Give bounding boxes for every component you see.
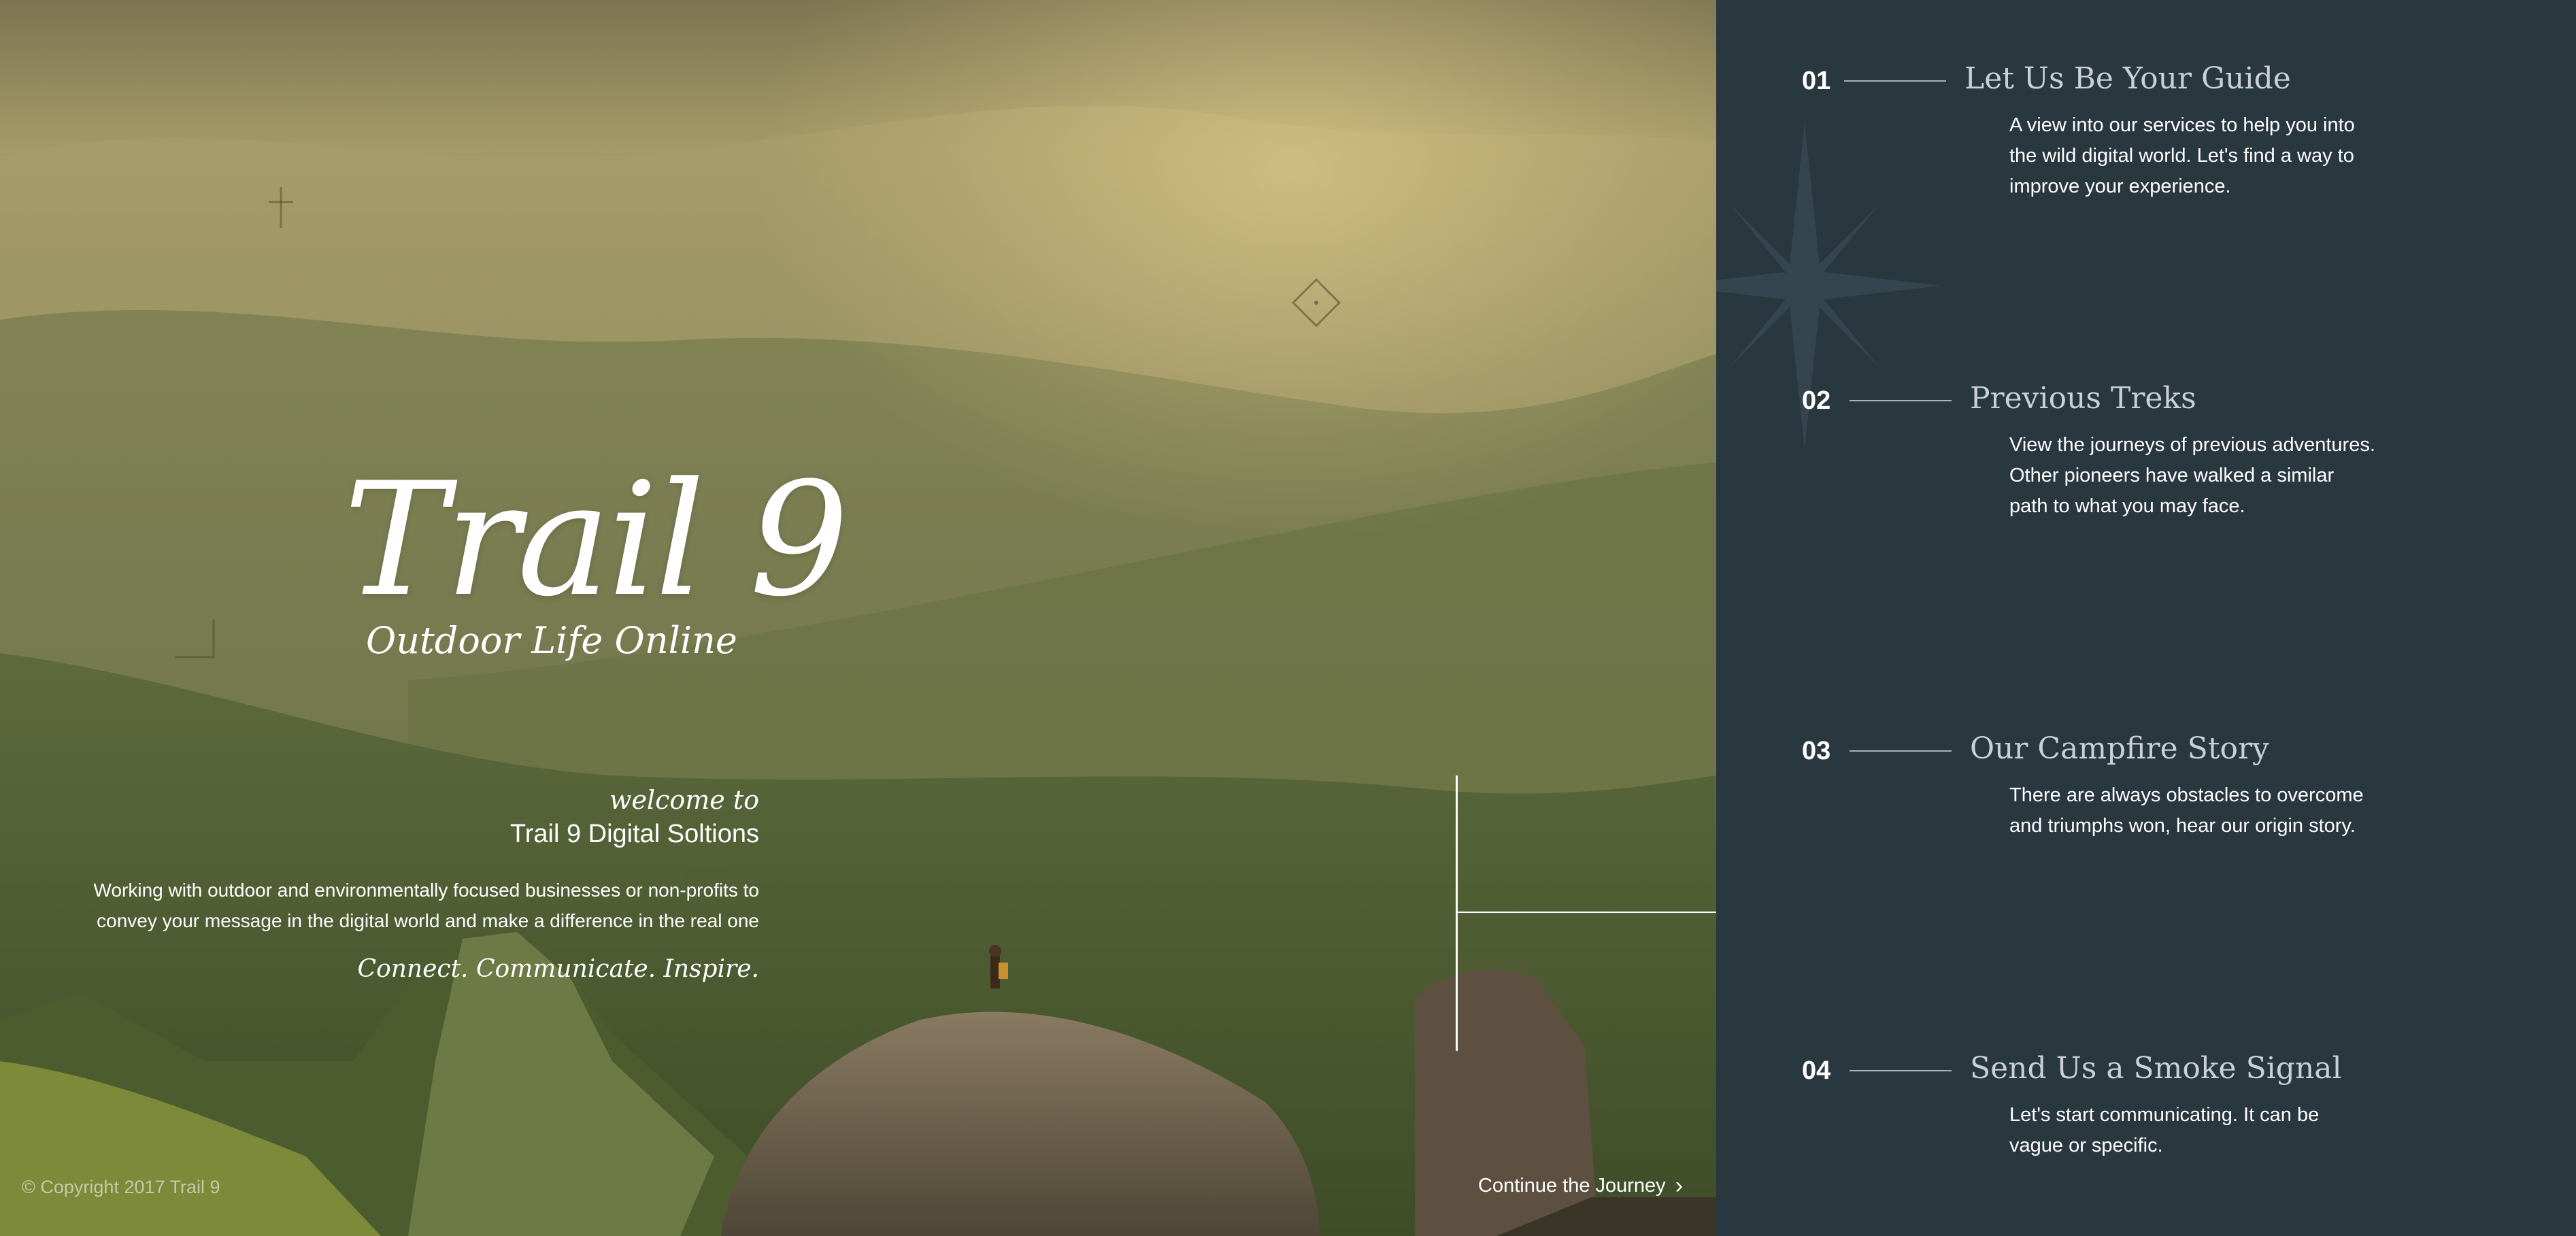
welcome-intro: welcome to	[609, 785, 759, 815]
nav-item-number: 04	[1802, 1056, 1831, 1085]
continue-journey-link[interactable]: Continue the Journey ›	[1478, 1174, 1683, 1197]
nav-item-guide[interactable]: 01 Let Us Be Your Guide A view into our …	[1716, 61, 2576, 211]
crosshair-icon	[269, 187, 293, 228]
nav-item-treks[interactable]: 02 Previous Treks View the journeys of p…	[1716, 381, 2576, 558]
nav-item-story[interactable]: 03 Our Campfire Story There are always o…	[1716, 731, 2576, 881]
nav-item-rule	[1850, 1070, 1952, 1071]
navigation-panel: 01 Let Us Be Your Guide A view into our …	[1716, 0, 2576, 1236]
hero-section: Trail 9 Outdoor Life Online welcome to T…	[0, 0, 1716, 1236]
copyright-text: © Copyright 2017 Trail 9	[22, 1177, 220, 1197]
vertical-divider	[1456, 775, 1458, 1051]
corner-bracket-icon	[175, 619, 215, 658]
welcome-description: Working with outdoor and environmentally…	[93, 880, 759, 931]
nav-item-description: Let's start communicating. It can be vag…	[2009, 1104, 2320, 1156]
nav-item-rule	[1850, 400, 1952, 401]
welcome-block: welcome to Trail 9 Digital Soltions Work…	[79, 784, 759, 983]
sunlight-glow	[748, 0, 1716, 544]
nav-item-title: Let Us Be Your Guide	[1964, 61, 2291, 96]
tagline: Connect. Communicate. Inspire.	[357, 955, 759, 983]
company-name: Trail 9 Digital Soltions	[509, 820, 759, 848]
nav-item-rule	[1850, 750, 1952, 752]
nav-item-description: A view into our services to help you int…	[2009, 114, 2355, 197]
nav-item-number: 01	[1802, 67, 1831, 95]
nav-item-description: There are always obstacles to overcome a…	[2009, 784, 2364, 837]
nav-item-number: 03	[1802, 737, 1831, 765]
nav-item-title: Previous Treks	[1970, 381, 2196, 416]
nav-item-number: 02	[1802, 386, 1831, 415]
horizontal-divider	[1456, 912, 1716, 913]
site-subtitle: Outdoor Life Online	[366, 619, 737, 662]
continue-journey-label: Continue the Journey	[1478, 1174, 1666, 1197]
nav-item-title: Our Campfire Story	[1970, 731, 2269, 766]
site-title: Trail 9	[344, 450, 849, 631]
nav-item-description: View the journeys of previous adventures…	[2009, 434, 2375, 517]
diamond-icon	[1291, 278, 1341, 328]
nav-item-contact[interactable]: 04 Send Us a Smoke Signal Let's start co…	[1716, 1051, 2576, 1173]
chevron-right-icon: ›	[1675, 1173, 1684, 1199]
nav-item-title: Send Us a Smoke Signal	[1970, 1051, 2342, 1086]
nav-item-rule	[1844, 80, 1946, 82]
